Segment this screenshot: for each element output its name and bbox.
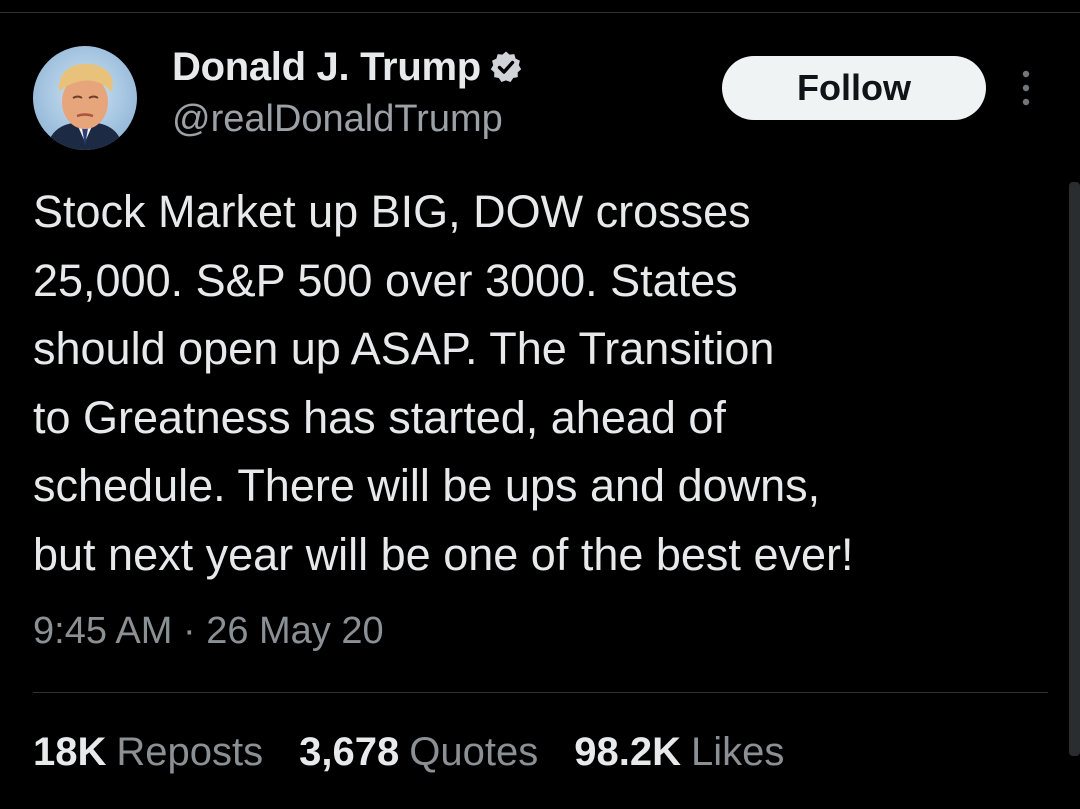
tweet-timestamp[interactable]: 9:45 AM · 26 May 20 [33,610,384,653]
avatar[interactable] [33,46,137,150]
quotes-label: Quotes [409,730,539,774]
tweet-text-line: schedule. There will be ups and downs, [33,460,821,511]
author-handle[interactable]: @realDonaldTrump [172,98,503,141]
follow-button[interactable]: Follow [722,56,986,120]
verified-badge-icon[interactable] [489,50,523,84]
reposts-label: Reposts [116,730,264,774]
tweet-text: Stock Market up BIG, DOW crosses 25,000. … [33,178,1043,589]
author-display-name[interactable]: Donald J. Trump [172,45,481,90]
quotes-stat[interactable]: 3,678 Quotes [299,730,538,775]
tweet-text-line: Stock Market up BIG, DOW crosses [33,186,751,237]
more-options-button[interactable] [1010,66,1042,110]
avatar-image [33,46,137,150]
tweet-text-line: 25,000. S&P 500 over 3000. States [33,254,738,306]
scrollbar[interactable] [1069,182,1080,756]
tweet-text-line: but next year will be one of the best ev… [33,528,854,580]
quotes-count: 3,678 [299,730,400,774]
tweet-text-line: to Greatness has started, ahead of [33,391,726,443]
reposts-stat[interactable]: 18K Reposts [33,730,263,775]
engagement-stats: 18K Reposts 3,678 Quotes 98.2K Likes [33,730,820,775]
reposts-count: 18K [33,730,107,774]
likes-label: Likes [690,730,785,774]
tweet-text-line: should open up ASAP. The Transition [33,323,775,374]
stats-divider [33,692,1048,693]
vertical-ellipsis-icon [1022,70,1030,106]
top-divider [0,12,1080,13]
author-name-row: Donald J. Trump [172,44,523,90]
likes-count: 98.2K [574,730,681,774]
likes-stat[interactable]: 98.2K Likes [574,730,784,775]
